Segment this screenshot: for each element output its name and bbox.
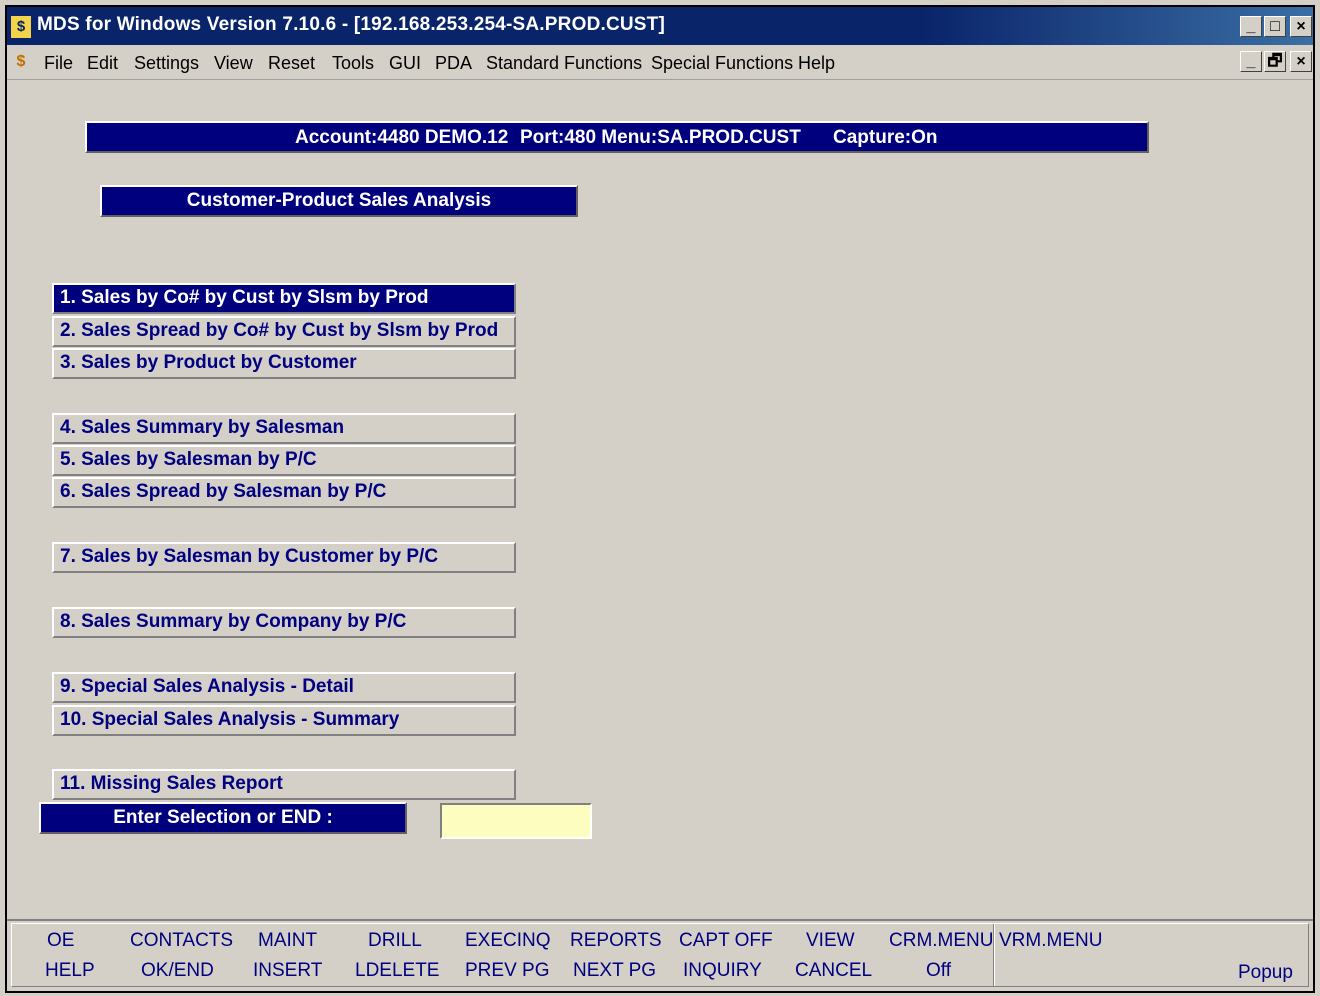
title-bar[interactable]: $ MDS for Windows Version 7.10.6 - [192.… bbox=[7, 7, 1313, 45]
popup-toggle[interactable]: Popup bbox=[1238, 962, 1293, 984]
fkey-off[interactable]: Off bbox=[926, 960, 951, 982]
menu-option-10[interactable]: 10. Special Sales Analysis - Summary bbox=[52, 705, 516, 736]
menu-option-7[interactable]: 7. Sales by Salesman by Customer by P/C bbox=[52, 542, 516, 573]
fkey-vrm-menu[interactable]: VRM.MENU bbox=[999, 930, 1102, 952]
close-button[interactable]: × bbox=[1290, 16, 1312, 37]
fkey-execinq[interactable]: EXECINQ bbox=[465, 930, 551, 952]
fkey-cancel[interactable]: CANCEL bbox=[795, 960, 872, 982]
session-status-bar: Account:4480 DEMO.12 Port:480 Menu:SA.PR… bbox=[85, 121, 1149, 153]
fkey-drill[interactable]: DRILL bbox=[368, 930, 422, 952]
function-key-panel: OE CONTACTS MAINT DRILL EXECINQ REPORTS … bbox=[11, 923, 1309, 987]
child-minimize-button[interactable]: _ bbox=[1240, 51, 1262, 72]
fkey-prev-pg[interactable]: PREV PG bbox=[465, 960, 549, 982]
fkey-contacts[interactable]: CONTACTS bbox=[130, 930, 233, 952]
fkey-reports[interactable]: REPORTS bbox=[570, 930, 662, 952]
menu-bar: $ File Edit Settings View Reset Tools GU… bbox=[7, 45, 1313, 80]
child-close-button[interactable]: × bbox=[1290, 51, 1312, 72]
account-info: Account:4480 DEMO.12 bbox=[295, 127, 509, 148]
menu-view[interactable]: View bbox=[214, 53, 253, 74]
document-icon[interactable]: $ bbox=[11, 51, 31, 73]
menu-standard-functions[interactable]: Standard Functions bbox=[486, 53, 642, 74]
menu-option-11[interactable]: 11. Missing Sales Report bbox=[52, 769, 516, 800]
menu-option-3[interactable]: 3. Sales by Product by Customer bbox=[52, 348, 516, 379]
screen-title: Customer-Product Sales Analysis bbox=[100, 185, 578, 217]
menu-help[interactable]: Help bbox=[798, 53, 835, 74]
capture-status: Capture:On bbox=[833, 127, 938, 148]
port-menu-info: Port:480 Menu:SA.PROD.CUST bbox=[520, 127, 801, 148]
menu-option-5[interactable]: 5. Sales by Salesman by P/C bbox=[52, 445, 516, 476]
fkey-ok-end[interactable]: OK/END bbox=[141, 960, 214, 982]
fkey-crm-menu[interactable]: CRM.MENU bbox=[889, 930, 994, 952]
fkey-insert[interactable]: INSERT bbox=[253, 960, 322, 982]
maximize-button[interactable]: □ bbox=[1264, 16, 1286, 37]
fkey-maint[interactable]: MAINT bbox=[258, 930, 317, 952]
menu-edit[interactable]: Edit bbox=[87, 53, 118, 74]
menu-pda[interactable]: PDA bbox=[435, 53, 472, 74]
menu-gui[interactable]: GUI bbox=[389, 53, 421, 74]
selection-prompt: Enter Selection or END : bbox=[39, 802, 407, 834]
fkey-inquiry[interactable]: INQUIRY bbox=[683, 960, 762, 982]
terminal-screen: Account:4480 DEMO.12 Port:480 Menu:SA.PR… bbox=[7, 80, 1313, 921]
fkey-capt-off[interactable]: CAPT OFF bbox=[679, 930, 773, 952]
menu-option-8[interactable]: 8. Sales Summary by Company by P/C bbox=[52, 607, 516, 638]
fkey-ldelete[interactable]: LDELETE bbox=[355, 960, 439, 982]
menu-special-functions[interactable]: Special Functions bbox=[651, 53, 793, 74]
window-title: MDS for Windows Version 7.10.6 - [192.16… bbox=[37, 14, 666, 35]
menu-option-2[interactable]: 2. Sales Spread by Co# by Cust by Slsm b… bbox=[52, 316, 516, 347]
menu-settings[interactable]: Settings bbox=[134, 53, 199, 74]
fkey-oe[interactable]: OE bbox=[47, 930, 74, 952]
minimize-button[interactable]: _ bbox=[1240, 16, 1262, 37]
app-icon: $ bbox=[11, 16, 31, 38]
menu-option-4[interactable]: 4. Sales Summary by Salesman bbox=[52, 413, 516, 444]
fkey-view[interactable]: VIEW bbox=[806, 930, 855, 952]
menu-option-6[interactable]: 6. Sales Spread by Salesman by P/C bbox=[52, 477, 516, 508]
menu-reset[interactable]: Reset bbox=[268, 53, 315, 74]
function-key-bar: OE CONTACTS MAINT DRILL EXECINQ REPORTS … bbox=[7, 919, 1313, 991]
selection-input[interactable] bbox=[440, 803, 592, 839]
child-restore-button[interactable]: 🗗 bbox=[1264, 51, 1286, 72]
fkey-next-pg[interactable]: NEXT PG bbox=[573, 960, 656, 982]
menu-file[interactable]: File bbox=[44, 53, 73, 74]
fkey-help[interactable]: HELP bbox=[45, 960, 95, 982]
menu-option-1[interactable]: 1. Sales by Co# by Cust by Slsm by Prod bbox=[52, 283, 516, 314]
menu-tools[interactable]: Tools bbox=[332, 53, 374, 74]
menu-option-9[interactable]: 9. Special Sales Analysis - Detail bbox=[52, 672, 516, 703]
application-window: $ MDS for Windows Version 7.10.6 - [192.… bbox=[5, 5, 1315, 993]
